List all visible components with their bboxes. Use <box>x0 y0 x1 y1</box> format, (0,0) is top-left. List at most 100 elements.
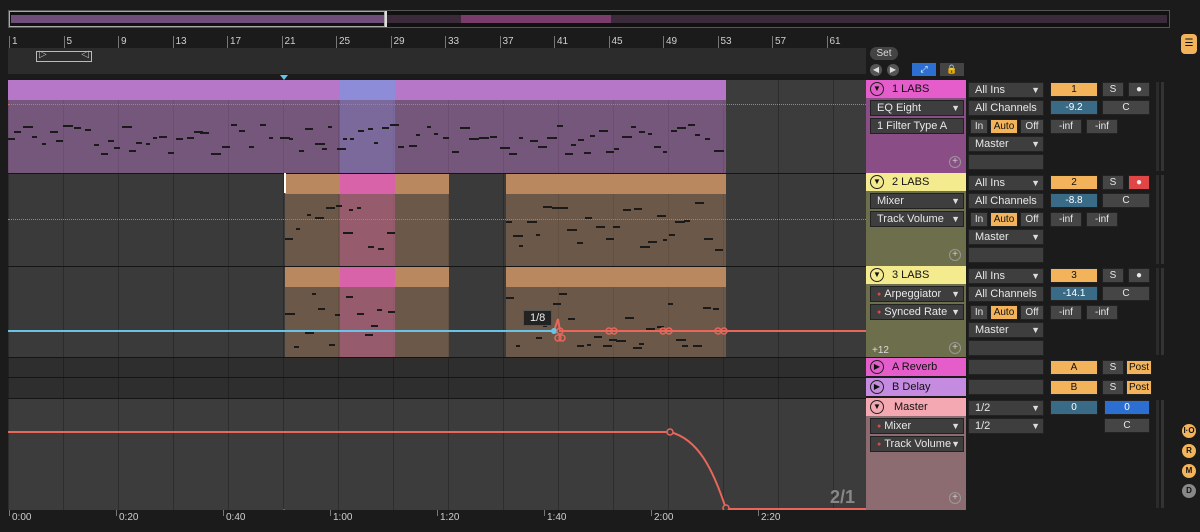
monitor-off-button[interactable]: Off <box>1020 305 1044 320</box>
automation-line[interactable] <box>8 219 866 220</box>
next-locator-button[interactable]: ▶ <box>887 64 899 76</box>
device-chooser[interactable]: Mixer ▼ <box>870 418 964 434</box>
track-2-header[interactable]: ▼ 2 LABS Mixer ▼ Track Volume ▼ + All Ins ▼… <box>866 173 1178 266</box>
output-channel-chooser[interactable] <box>968 340 1044 356</box>
track-activator-button[interactable]: 3 <box>1050 268 1098 283</box>
io-toggle-button[interactable]: I·O <box>1182 424 1196 438</box>
arrangement-overview[interactable] <box>8 10 1170 28</box>
monitor-off-button[interactable]: Off <box>1020 212 1044 227</box>
track-3-header[interactable]: ▼ 3 LABS Arpeggiator▼ Synced Rate▼ +12 +… <box>866 266 1178 357</box>
track-3-lane[interactable]: 1/8 <box>8 266 866 358</box>
cue-out-chooser[interactable]: 1/2 ▼ <box>968 400 1044 416</box>
track-activator-button[interactable]: A <box>1050 360 1098 375</box>
add-lane-icon[interactable]: + <box>949 492 961 504</box>
volume-slider[interactable]: -8.8 <box>1050 193 1098 208</box>
add-lane-icon[interactable]: + <box>949 156 961 168</box>
input-type-chooser[interactable]: All Ins ▼ <box>968 268 1044 284</box>
post-button[interactable]: Post <box>1126 360 1152 375</box>
output-chooser[interactable]: Master ▼ <box>968 136 1044 152</box>
cue-volume-slider[interactable]: 0 <box>1104 400 1150 415</box>
param-chooser[interactable]: Track Volume▼ <box>870 211 964 227</box>
prev-locator-button[interactable]: ◀ <box>870 64 882 76</box>
solo-button[interactable]: S <box>1102 360 1124 375</box>
track-3-title[interactable]: ▼ 3 LABS <box>866 266 966 284</box>
return-b-title[interactable]: ▶ B Delay <box>866 378 966 396</box>
param-chooser[interactable]: Track Volume▼ <box>870 436 964 452</box>
loop-strip[interactable] <box>8 48 866 74</box>
output-chooser[interactable]: Master ▼ <box>968 229 1044 245</box>
return-a-lane[interactable] <box>8 357 866 377</box>
solo-button[interactable]: S <box>1102 380 1124 395</box>
arm-button[interactable]: ● <box>1128 175 1150 190</box>
input-type-chooser[interactable]: All Ins ▼ <box>968 82 1044 98</box>
clip-header-selected[interactable] <box>340 174 395 194</box>
arrangement-view[interactable]: 1/8 2/1 <box>8 80 866 510</box>
automation-envelope[interactable] <box>8 267 866 358</box>
device-chooser[interactable]: EQ Eight ▼ <box>870 100 964 116</box>
monitor-in-button[interactable]: In <box>970 119 988 134</box>
clip-header[interactable] <box>506 174 726 194</box>
start-marker-icon[interactable] <box>280 75 288 80</box>
master-header[interactable]: ▼ Master Mixer▼ Track Volume▼ + 1/2▼ 1/2… <box>866 398 1178 510</box>
returns-toggle-button[interactable]: R <box>1182 444 1196 458</box>
input-channel-chooser[interactable]: All Channels <box>968 286 1044 302</box>
fold-chevron-icon[interactable]: ▼ <box>870 268 884 282</box>
expand-icon[interactable]: ⤢ <box>912 63 936 76</box>
monitor-in-button[interactable]: In <box>970 305 988 320</box>
pan-knob[interactable]: C <box>1102 193 1150 208</box>
track-1-lane[interactable] <box>8 80 866 173</box>
delay-toggle-button[interactable]: D <box>1182 484 1196 498</box>
input-type-chooser[interactable] <box>968 359 1044 375</box>
loop-brace[interactable] <box>36 49 92 62</box>
clip-body[interactable] <box>506 194 726 267</box>
set-button[interactable]: Set <box>870 47 898 60</box>
monitor-off-button[interactable]: Off <box>1020 119 1044 134</box>
beat-ruler[interactable]: 1 5 9 13 17 21 25 29 33 37 41 45 49 53 57 61 <box>8 34 866 48</box>
time-ruler[interactable]: 0:00 0:20 0:40 1:00 1:20 1:40 2:00 2:20 <box>8 510 866 532</box>
master-lane[interactable]: 2/1 <box>8 398 866 510</box>
device-chooser[interactable]: Arpeggiator ▼ <box>870 286 964 302</box>
overview-view-box[interactable] <box>9 11 385 27</box>
solo-button[interactable]: S <box>1102 82 1124 97</box>
monitor-auto-button[interactable]: Auto <box>990 212 1018 227</box>
input-channel-chooser[interactable]: All Channels <box>968 193 1044 209</box>
monitor-auto-button[interactable]: Auto <box>990 119 1018 134</box>
fold-chevron-icon[interactable]: ▼ <box>870 82 884 96</box>
master-automation-envelope[interactable] <box>8 399 866 510</box>
fold-chevron-icon[interactable]: ▼ <box>870 400 884 414</box>
automation-line[interactable] <box>8 104 866 105</box>
arm-button[interactable]: ● <box>1128 82 1150 97</box>
fold-chevron-icon[interactable]: ▶ <box>870 360 884 374</box>
track-activator-button[interactable]: B <box>1050 380 1098 395</box>
track-1-title[interactable]: ▼ 1 LABS <box>866 80 966 98</box>
volume-slider[interactable]: -9.2 <box>1050 100 1098 115</box>
fold-chevron-icon[interactable]: ▼ <box>870 175 884 189</box>
clip-body-selected[interactable] <box>340 194 395 267</box>
pan-knob[interactable]: C <box>1104 418 1150 433</box>
master-out-chooser[interactable]: 1/2 ▼ <box>968 418 1044 434</box>
solo-button[interactable]: S <box>1102 268 1124 283</box>
pan-knob[interactable]: C <box>1102 286 1150 301</box>
post-button[interactable]: Post <box>1126 380 1152 395</box>
output-channel-chooser[interactable] <box>968 247 1044 263</box>
param-chooser[interactable]: Synced Rate▼ <box>870 304 964 320</box>
device-chooser[interactable]: Mixer ▼ <box>870 193 964 209</box>
menu-icon[interactable]: ☰ <box>1181 34 1197 54</box>
input-channel-chooser[interactable]: All Channels <box>968 100 1044 116</box>
input-type-chooser[interactable]: All Ins ▼ <box>968 175 1044 191</box>
track-2-lane[interactable] <box>8 173 866 267</box>
add-lane-icon[interactable]: + <box>949 249 961 261</box>
volume-slider[interactable]: -14.1 <box>1050 286 1098 301</box>
track-activator-button[interactable]: 1 <box>1050 82 1098 97</box>
return-a-title[interactable]: ▶ A Reverb <box>866 358 966 376</box>
fold-chevron-icon[interactable]: ▶ <box>870 380 884 394</box>
track-1-header[interactable]: ▼ 1 LABS EQ Eight ▼ 1 Filter Type A + All… <box>866 80 1178 173</box>
param-chooser[interactable]: 1 Filter Type A <box>870 118 964 134</box>
volume-slider[interactable]: 0 <box>1050 400 1098 415</box>
add-lane-icon[interactable]: + <box>949 342 961 354</box>
track-activator-button[interactable]: 2 <box>1050 175 1098 190</box>
output-channel-chooser[interactable] <box>968 154 1044 170</box>
master-title[interactable]: ▼ Master <box>866 398 966 416</box>
monitor-in-button[interactable]: In <box>970 212 988 227</box>
clip-header-selected[interactable] <box>340 80 395 100</box>
